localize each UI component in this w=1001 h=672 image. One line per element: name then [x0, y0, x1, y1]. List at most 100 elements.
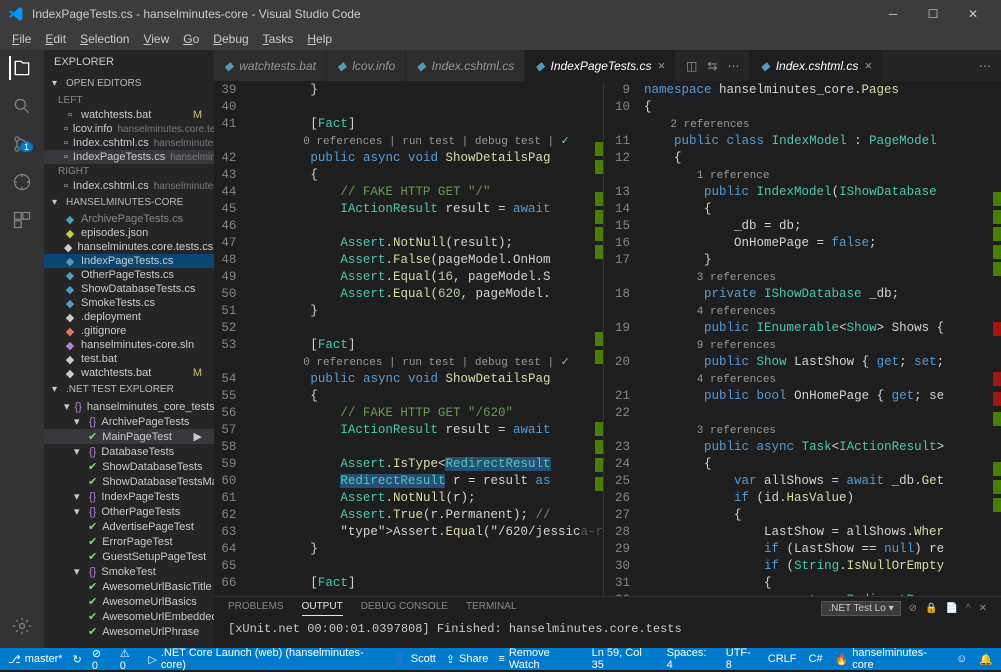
file-item[interactable]: ◆hanselminutes-core.sln — [44, 338, 214, 352]
file-item[interactable]: ◆test.bat — [44, 352, 214, 366]
file-item[interactable]: ◆.gitignore — [44, 324, 214, 338]
test-item[interactable]: ✔GuestSetupPageTest — [44, 549, 214, 564]
test-class[interactable]: ▾{}IndexPageTests — [44, 489, 214, 504]
indent[interactable]: Spaces: 4 — [667, 647, 714, 671]
menu-debug[interactable]: Debug — [207, 30, 254, 48]
file-item[interactable]: ▫IndexPageTests.cshanselminutes.cor... — [44, 150, 214, 164]
test-item[interactable]: ✔AwesomeUrlBasics — [44, 594, 214, 609]
test-class[interactable]: ▾{}DatabaseTests — [44, 444, 214, 459]
more-icon[interactable]: ⋯ — [979, 59, 991, 73]
close-icon[interactable]: × — [864, 58, 872, 73]
editor-tab[interactable]: ◆IndexPageTests.cs× — [525, 50, 676, 81]
file-item[interactable]: ◆SmokeTests.cs — [44, 296, 214, 310]
panel-tab-terminal[interactable]: TERMINAL — [466, 601, 517, 616]
liveshare-user[interactable]: 👤 Scott — [393, 653, 436, 666]
panel-close-icon[interactable]: ✕ — [979, 603, 987, 614]
cursor-position[interactable]: Ln 59, Col 35 — [592, 647, 655, 671]
file-item[interactable]: ◆ArchivePageTests.cs — [44, 212, 214, 226]
clear-output-icon[interactable]: ⊘ — [909, 603, 917, 614]
errors[interactable]: ⊘ 0 — [92, 647, 110, 672]
sync-button[interactable]: ↻ — [73, 653, 82, 666]
panel-tab-output[interactable]: OUTPUT — [302, 601, 343, 616]
file-item[interactable]: ▫watchtests.batM — [44, 108, 214, 122]
test-item[interactable]: ✔ShowDatabaseTestsMarkdown — [44, 474, 214, 489]
editor-tab[interactable]: ◆watchtests.bat — [214, 50, 327, 81]
panel: PROBLEMS OUTPUT DEBUG CONSOLE TERMINAL .… — [214, 596, 1001, 648]
liveshare-share[interactable]: ⇪ Share — [446, 653, 489, 666]
panel-maximize-icon[interactable]: ^ — [966, 603, 971, 614]
panel-tab-problems[interactable]: PROBLEMS — [228, 601, 284, 616]
more-icon[interactable]: ⋯ — [727, 59, 739, 73]
file-item[interactable]: ◆watchtests.batM — [44, 366, 214, 380]
test-item[interactable]: ✔ErrorPageTest — [44, 534, 214, 549]
explorer-icon[interactable] — [9, 56, 33, 80]
file-icon: ◆ — [64, 227, 76, 239]
language[interactable]: C# — [809, 647, 823, 671]
menu-view[interactable]: View — [137, 30, 175, 48]
debug-launch[interactable]: ▷ .NET Core Launch (web) (hanselminutes-… — [148, 647, 383, 671]
close-icon[interactable]: × — [657, 58, 665, 73]
output-channel-dropdown[interactable]: .NET Test Lo ▾ — [821, 601, 900, 616]
panel-tab-debug[interactable]: DEBUG CONSOLE — [361, 601, 448, 616]
project-header[interactable]: ▾HANSELMINUTES-CORE — [44, 193, 214, 212]
menu-file[interactable]: File — [6, 30, 37, 48]
test-root[interactable]: ▾{}hanselminutes_core_tests — [44, 399, 214, 414]
vscode-icon — [8, 6, 24, 22]
file-icon: ▫ — [64, 123, 68, 135]
file-item[interactable]: ◆OtherPageTests.cs — [44, 268, 214, 282]
menu-help[interactable]: Help — [301, 30, 338, 48]
search-icon[interactable] — [10, 94, 34, 118]
test-item[interactable]: ✔AdvertisePageTest — [44, 519, 214, 534]
test-item[interactable]: ✔MainPageTest▶ — [44, 429, 214, 444]
file-item[interactable]: ◆.deployment — [44, 310, 214, 324]
remove-watch[interactable]: ≡ Remove Watch — [498, 647, 581, 671]
file-icon: ◆ — [64, 297, 76, 309]
cs-icon: ◆ — [760, 59, 769, 73]
compare-icon[interactable]: ⇆ — [707, 59, 717, 73]
editor-left[interactable]: 3940414243444546474849505152535455565758… — [214, 82, 604, 596]
maximize-button[interactable]: ☐ — [913, 0, 953, 28]
close-button[interactable]: ✕ — [953, 0, 993, 28]
file-item[interactable]: ▫Index.cshtml.cshanselminutes.core\P... — [44, 179, 214, 193]
lock-scroll-icon[interactable]: 🔒 — [925, 603, 937, 614]
feedback-icon[interactable]: ☺ — [956, 647, 967, 671]
file-item[interactable]: ◆ShowDatabaseTests.cs — [44, 282, 214, 296]
test-item[interactable]: ✔ShowDatabaseTests — [44, 459, 214, 474]
file-item[interactable]: ◆episodes.json — [44, 226, 214, 240]
test-item[interactable]: ✔AwesomeUrlBasicTitle — [44, 579, 214, 594]
test-item[interactable]: ✔AwesomeUrlEmbeddedPlayer — [44, 609, 214, 624]
open-editors-header[interactable]: ▾OPEN EDITORS — [44, 74, 214, 93]
editor-tab[interactable]: ◆lcov.info — [327, 50, 406, 81]
file-item[interactable]: ▫Index.cshtml.cshanselminutes.core\P... — [44, 136, 214, 150]
editor-tab[interactable]: ◆Index.cshtml.cs× — [750, 50, 883, 81]
minimize-button[interactable]: ─ — [873, 0, 913, 28]
menu-go[interactable]: Go — [177, 30, 205, 48]
file-item[interactable]: ◆IndexPageTests.cs — [44, 254, 214, 268]
editor-right[interactable]: 9101112131415161718192021222324252627282… — [604, 82, 1001, 596]
open-file-icon[interactable]: 📄 — [945, 603, 957, 614]
notifications-icon[interactable]: 🔔 — [979, 647, 993, 671]
play-icon[interactable]: ▶ — [194, 430, 206, 443]
test-explorer-header[interactable]: ▾.NET TEST EXPLORER — [44, 380, 214, 399]
menu-tasks[interactable]: Tasks — [257, 30, 300, 48]
settings-icon[interactable] — [10, 614, 34, 638]
file-item[interactable]: ◆hanselminutes.core.tests.csproj — [44, 240, 214, 254]
test-class[interactable]: ▾{}SmokeTest — [44, 564, 214, 579]
project-status[interactable]: 🔥 hanselminutes-core — [835, 647, 944, 671]
warnings[interactable]: ⚠ 0 — [120, 647, 139, 672]
file-item[interactable]: ▫lcov.infohanselminutes.core.tests — [44, 122, 214, 136]
test-class[interactable]: ▾{}ArchivePageTests — [44, 414, 214, 429]
scm-badge: 1 — [20, 142, 33, 152]
encoding[interactable]: UTF-8 — [726, 647, 756, 671]
split-icon[interactable]: ◫ — [686, 59, 697, 73]
file-icon: ◆ — [64, 255, 76, 267]
menu-selection[interactable]: Selection — [74, 30, 135, 48]
editor-tab[interactable]: ◆Index.cshtml.cs — [406, 50, 525, 81]
eol[interactable]: CRLF — [768, 647, 797, 671]
menu-edit[interactable]: Edit — [39, 30, 72, 48]
debug-icon[interactable] — [10, 170, 34, 194]
test-item[interactable]: ✔AwesomeUrlPhrase — [44, 624, 214, 639]
test-class[interactable]: ▾{}OtherPageTests — [44, 504, 214, 519]
git-branch[interactable]: ⎇ master* — [8, 653, 63, 666]
extensions-icon[interactable] — [10, 208, 34, 232]
